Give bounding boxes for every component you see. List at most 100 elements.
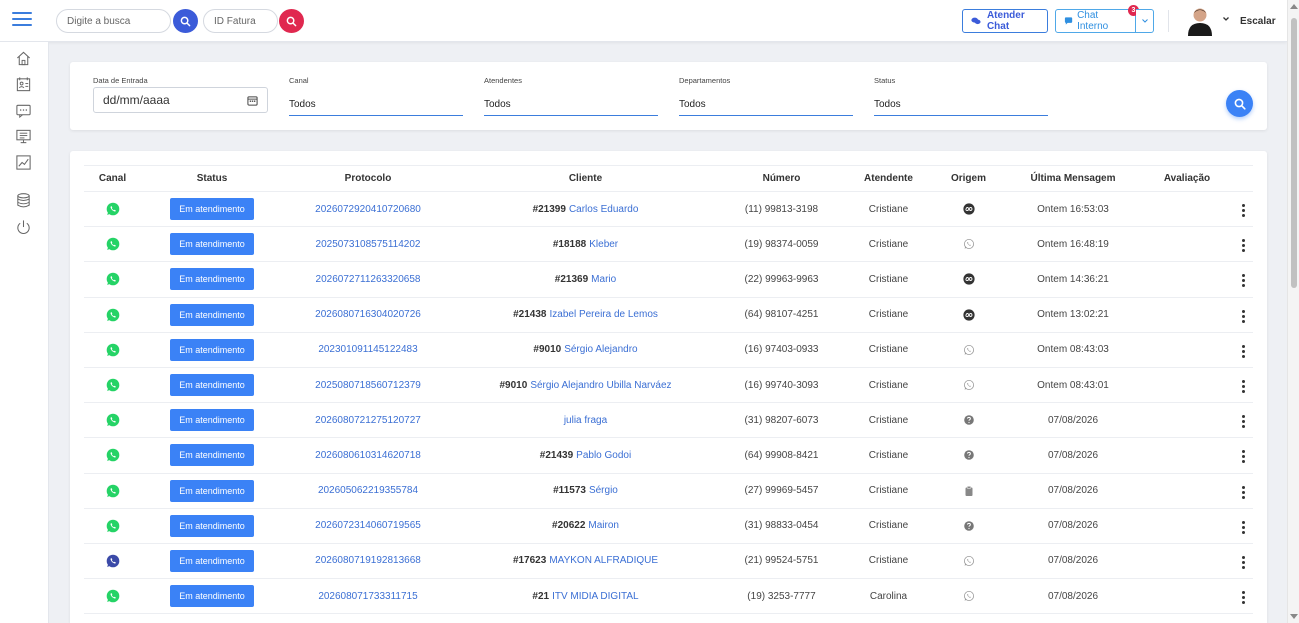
status-select[interactable]: Todos [874,90,1048,116]
client-name-link[interactable]: Sérgio Alejandro Ubilla Narváez [530,380,671,391]
attend-chat-button[interactable]: Atender Chat [962,9,1048,33]
home-icon[interactable] [15,50,32,67]
chevron-down-icon[interactable] [1221,14,1231,24]
contacts-icon[interactable] [15,76,32,93]
table-row[interactable]: Em atendimento 2026080716304020726 #21438 I… [84,297,1253,333]
status-button[interactable]: Em atendimento [170,338,254,361]
column-header[interactable]: Protocolo [283,165,453,192]
channel-select[interactable]: Todos [289,90,463,116]
filter-search-button[interactable] [1226,90,1253,117]
client-name-link[interactable]: Kleber [589,239,618,250]
protocol-link[interactable]: 202608071733311715 [318,591,417,602]
monitor-icon[interactable] [15,128,32,145]
protocol-link[interactable]: 2026080721275120727 [315,415,421,426]
table-header: Canal Status Protocolo Cliente Número At… [84,165,1253,192]
column-header[interactable]: Cliente [453,165,718,192]
table-row[interactable]: Em atendimento 202301091145122483 #9010 Sér… [84,332,1253,368]
power-icon[interactable] [15,219,32,236]
client-name-link[interactable]: Sérgio [589,485,618,496]
client-name-link[interactable]: Izabel Pereira de Lemos [549,309,657,320]
status-button[interactable]: Em atendimento [170,444,254,467]
column-header[interactable]: Última Mensagem [1005,165,1141,192]
kebab-menu-icon[interactable] [1238,448,1249,465]
avatar[interactable] [1186,6,1214,36]
client-name-link[interactable]: julia fraga [564,415,607,426]
table-row[interactable]: Em atendimento 2026072920410720680 #21399 C… [84,191,1253,228]
status-button[interactable]: Em atendimento [170,374,254,397]
status-button[interactable]: Em atendimento [170,303,254,326]
table-row[interactable]: Em atendimento 2026072711263320658 #21369 M… [84,261,1253,298]
table-row[interactable]: Em atendimento 2026080719192813668 #17623 M… [84,543,1253,580]
status-button[interactable]: Em atendimento [170,549,254,572]
client-name-link[interactable]: Mairon [588,520,619,531]
user-name[interactable]: Escalar [1240,16,1276,27]
invoice-search-button[interactable] [279,9,304,33]
origin-cell [932,473,1005,509]
protocol-link[interactable]: 2026072314060719565 [315,520,421,531]
status-button[interactable]: Em atendimento [170,514,254,537]
scroll-up-arrow[interactable] [1290,4,1298,9]
status-button[interactable]: Em atendimento [170,268,254,291]
invoice-id-input[interactable] [203,9,278,33]
column-header[interactable]: Origem [932,165,1005,192]
menu-icon[interactable] [12,12,32,28]
table-row[interactable]: Em atendimento 202608071733311715 #21 ITV M… [84,578,1253,615]
kebab-menu-icon[interactable] [1238,589,1249,606]
kebab-menu-icon[interactable] [1238,484,1249,501]
protocol-link[interactable]: 2025073108575114202 [316,239,421,250]
table-row[interactable]: Em atendimento 2026080721275120727 julia f… [84,402,1253,439]
table-row[interactable]: Em atendimento 2026072314060719565 #20622 M… [84,508,1253,544]
table-row[interactable]: Em atendimento 2025073108575114202 #18188 K… [84,226,1253,263]
kebab-menu-icon[interactable] [1238,519,1249,536]
messages-icon[interactable] [15,102,32,119]
search-button[interactable] [173,9,198,33]
kebab-menu-icon[interactable] [1238,308,1249,325]
page-scrollbar[interactable] [1287,0,1299,623]
search-input[interactable] [56,9,171,33]
status-button[interactable]: Em atendimento [170,479,254,502]
scroll-down-arrow[interactable] [1290,614,1298,619]
chart-icon[interactable] [15,154,32,171]
protocol-link[interactable]: 2025080718560712379 [315,380,421,391]
client-name-link[interactable]: Pablo Godoi [576,450,631,461]
internal-chat-button[interactable]: Chat Interno 3 [1055,5,1139,33]
kebab-menu-icon[interactable] [1238,272,1249,289]
kebab-menu-icon[interactable] [1238,554,1249,571]
kebab-menu-icon[interactable] [1238,237,1249,254]
kebab-menu-icon[interactable] [1238,413,1249,430]
column-header[interactable]: Avaliação [1141,165,1233,192]
protocol-link[interactable]: 2026072711263320658 [316,274,421,285]
status-button[interactable]: Em atendimento [170,233,254,256]
kebab-menu-icon[interactable] [1238,378,1249,395]
column-header[interactable]: Atendente [845,165,932,192]
kebab-menu-icon[interactable] [1238,343,1249,360]
agents-select[interactable]: Todos [484,90,658,116]
scroll-thumb[interactable] [1291,18,1297,288]
kebab-menu-icon[interactable] [1238,202,1249,219]
column-header[interactable]: Número [718,165,845,192]
protocol-link[interactable]: 2026080716304020726 [315,309,421,320]
client-name-link[interactable]: Mario [591,274,616,285]
client-name-link[interactable]: MAYKON ALFRADIQUE [549,555,658,566]
client-name-link[interactable]: ITV MIDIA DIGITAL [552,591,639,602]
column-header[interactable]: Status [141,165,283,192]
database-icon[interactable] [15,192,32,209]
departments-select[interactable]: Todos [679,90,853,116]
table-row[interactable]: Em atendimento 202605062219355784 #11573 Sé… [84,473,1253,509]
protocol-link[interactable]: 2026080719192813668 [315,555,421,566]
status-button[interactable]: Em atendimento [170,585,254,608]
protocol-link[interactable]: 2026072920410720680 [315,204,421,215]
status-button[interactable]: Em atendimento [170,198,254,221]
protocol-link[interactable]: 202605062219355784 [318,485,418,496]
protocol-link[interactable]: 2026080610314620718 [315,450,421,461]
date-input[interactable]: dd/mm/aaaa [93,87,268,113]
internal-chat-dropdown[interactable] [1136,9,1154,33]
protocol-link[interactable]: 202301091145122483 [318,344,417,355]
status-button[interactable]: Em atendimento [170,409,254,432]
client-name-link[interactable]: Carlos Eduardo [569,204,638,215]
table-row[interactable]: Em atendimento 2026080610314620718 #21439 P… [84,437,1253,474]
client-name-link[interactable]: Sérgio Alejandro [564,344,637,355]
calendar-icon[interactable] [247,95,258,106]
table-row[interactable]: Em atendimento 2025080718560712379 #9010 Sé… [84,367,1253,404]
column-header[interactable]: Canal [84,165,141,192]
